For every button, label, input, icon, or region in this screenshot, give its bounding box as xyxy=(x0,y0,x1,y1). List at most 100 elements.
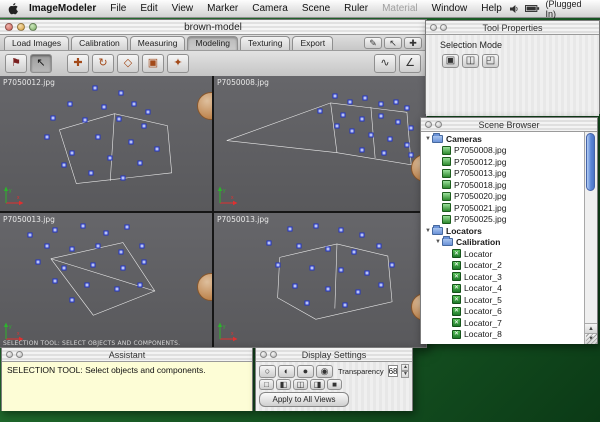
calibration-marker[interactable] xyxy=(334,123,340,129)
tree-item-locator-2[interactable]: ✕ Locator_2 xyxy=(421,260,584,272)
split-view-right[interactable]: ◨ xyxy=(310,379,325,390)
full-view[interactable]: ■ xyxy=(327,379,342,390)
tree-item-p7050008-jpg[interactable]: P7050008.jpg xyxy=(421,145,584,157)
calibration-marker[interactable] xyxy=(292,283,298,289)
battery-status[interactable]: (Plugged In) xyxy=(546,0,594,19)
calibration-marker[interactable] xyxy=(362,95,368,101)
tree-item-locator-4[interactable]: ✕ Locator_4 xyxy=(421,283,584,295)
tab-load-images[interactable]: Load Images xyxy=(4,36,70,50)
tree-item-p7050020-jpg[interactable]: P7050020.jpg xyxy=(421,191,584,203)
calibration-marker[interactable] xyxy=(395,119,401,125)
calibration-marker[interactable] xyxy=(378,282,384,288)
calibration-marker[interactable] xyxy=(139,243,145,249)
viewport-2[interactable]: x y P7050008.jpg xyxy=(214,76,426,211)
mode-element[interactable]: ◰ xyxy=(482,54,499,68)
calibration-marker[interactable] xyxy=(287,226,293,232)
calibration-marker[interactable] xyxy=(355,289,361,295)
calibration-marker[interactable] xyxy=(378,113,384,119)
calibration-marker[interactable] xyxy=(114,286,120,292)
calibration-marker[interactable] xyxy=(347,99,353,105)
calibration-marker[interactable] xyxy=(137,160,143,166)
calibration-marker[interactable] xyxy=(296,243,302,249)
calibration-marker[interactable] xyxy=(338,267,344,273)
calibration-marker[interactable] xyxy=(95,243,101,249)
single-view[interactable]: □ xyxy=(259,379,274,390)
calibration-marker[interactable] xyxy=(84,282,90,288)
display-settings-titlebar[interactable]: Display Settings xyxy=(256,348,412,362)
tree-item-p7050013-jpg[interactable]: P7050013.jpg xyxy=(421,168,584,180)
calibration-marker[interactable] xyxy=(52,227,58,233)
calibration-marker[interactable] xyxy=(95,134,101,140)
calibration-marker[interactable] xyxy=(340,112,346,118)
calibration-marker[interactable] xyxy=(317,108,323,114)
tree-item-p7050021-jpg[interactable]: P7050021.jpg xyxy=(421,202,584,214)
calibration-marker[interactable] xyxy=(304,300,310,306)
calibration-marker[interactable] xyxy=(378,101,384,107)
menu-ruler[interactable]: Ruler xyxy=(337,3,375,14)
polygon-tool[interactable]: ▣ xyxy=(142,54,164,73)
viewport-3[interactable]: x y P7050013.jpg SELECTION TOOL: SELECT OBJ… xyxy=(0,212,212,347)
tab-measuring[interactable]: Measuring xyxy=(129,36,186,50)
calibration-marker[interactable] xyxy=(351,249,357,254)
calibration-marker[interactable] xyxy=(118,249,124,254)
tree-item-locator[interactable]: ✕ Locator xyxy=(421,248,584,260)
menu-view[interactable]: View xyxy=(165,3,201,14)
calibration-marker[interactable] xyxy=(359,116,365,122)
pick-tool[interactable]: ↖ xyxy=(384,37,402,49)
calibration-marker[interactable] xyxy=(364,270,370,276)
palette-collapse-button[interactable] xyxy=(16,351,23,358)
mode-component[interactable]: ◫ xyxy=(462,54,479,68)
menu-imagemodeler[interactable]: ImageModeler xyxy=(22,3,103,14)
quad-view[interactable]: ◫ xyxy=(293,379,308,390)
resize-grip[interactable] xyxy=(586,333,597,344)
calibration-marker[interactable] xyxy=(389,262,395,268)
tab-texturing[interactable]: Texturing xyxy=(239,36,291,50)
menu-edit[interactable]: Edit xyxy=(133,3,164,14)
textured-mode[interactable]: ◉ xyxy=(316,364,333,378)
apple-menu[interactable] xyxy=(8,2,18,15)
calibration-marker[interactable] xyxy=(387,136,393,142)
calibration-marker[interactable] xyxy=(61,265,67,271)
calibration-marker[interactable] xyxy=(338,227,344,233)
tree-item-locator-3[interactable]: ✕ Locator_3 xyxy=(421,271,584,283)
stepper-up[interactable]: ▲ xyxy=(401,364,410,371)
calibration-marker[interactable] xyxy=(342,302,348,308)
tree-item-calibration[interactable]: ▼ Calibration xyxy=(421,236,584,249)
calibration-marker[interactable] xyxy=(50,115,56,121)
apply-all-views-button[interactable]: Apply to All Views xyxy=(259,392,349,407)
calibration-marker[interactable] xyxy=(90,262,96,268)
tree-item-locator-7[interactable]: ✕ Locator_7 xyxy=(421,317,584,329)
transparency-value[interactable]: 68 xyxy=(387,365,399,377)
calibration-marker[interactable] xyxy=(120,175,126,181)
calibration-marker[interactable] xyxy=(376,243,382,249)
calibration-marker[interactable] xyxy=(137,282,143,288)
tree-item-p7050018-jpg[interactable]: P7050018.jpg xyxy=(421,179,584,191)
calibration-marker[interactable] xyxy=(44,243,50,249)
calibration-marker[interactable] xyxy=(349,128,355,134)
tree-item-locator-8[interactable]: ✕ Locator_8 xyxy=(421,329,584,341)
calibration-marker[interactable] xyxy=(359,232,365,238)
flag-tool[interactable]: ⚑ xyxy=(5,54,27,73)
curve-tool[interactable]: ∿ xyxy=(374,54,396,73)
calibration-marker[interactable] xyxy=(52,278,58,284)
calibration-marker[interactable] xyxy=(69,297,75,303)
split-view-left[interactable]: ◧ xyxy=(276,379,291,390)
calibration-marker[interactable] xyxy=(408,152,414,158)
zoom-button[interactable] xyxy=(29,23,37,31)
calibration-marker[interactable] xyxy=(309,265,315,271)
calibration-marker[interactable] xyxy=(145,109,151,115)
menu-marker[interactable]: Marker xyxy=(200,3,245,14)
calibration-marker[interactable] xyxy=(408,125,414,131)
calibration-marker[interactable] xyxy=(325,246,331,252)
menu-file[interactable]: File xyxy=(103,3,133,14)
menu-help[interactable]: Help xyxy=(474,3,509,14)
calibration-marker[interactable] xyxy=(44,134,50,140)
move-tool[interactable]: ✚ xyxy=(67,54,89,73)
tab-calibration[interactable]: Calibration xyxy=(71,36,128,50)
tree-item-locator-5[interactable]: ✕ Locator_5 xyxy=(421,294,584,306)
tree-item-cameras[interactable]: ▼ Cameras xyxy=(421,132,584,145)
calibration-marker[interactable] xyxy=(141,259,147,265)
calibration-marker[interactable] xyxy=(368,132,374,138)
palette-collapse-button[interactable] xyxy=(435,121,442,128)
viewport-1[interactable]: x y P7050012.jpg xyxy=(0,76,212,211)
